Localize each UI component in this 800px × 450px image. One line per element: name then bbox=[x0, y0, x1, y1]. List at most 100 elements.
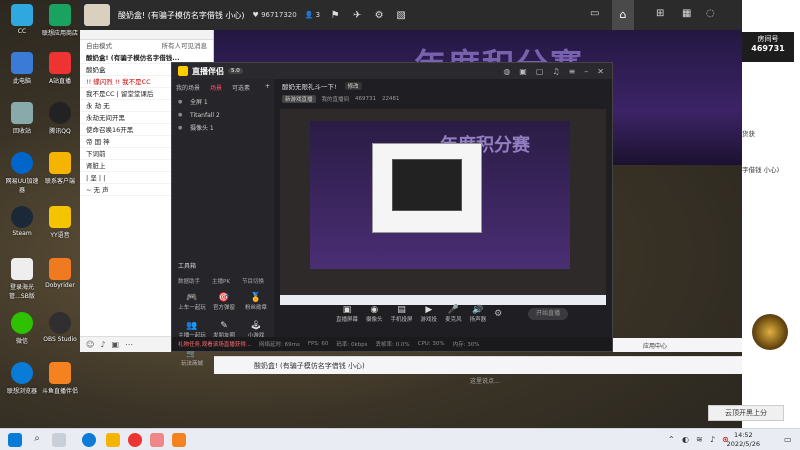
search-icon[interactable]: ⌕ bbox=[30, 433, 44, 447]
tool-tab[interactable]: 主播PK bbox=[212, 277, 230, 285]
browser-icon bbox=[11, 362, 33, 384]
status-bitrate: 码率: 0kbps bbox=[336, 342, 368, 348]
desktop-icon-recycle-bin[interactable]: 回收站 bbox=[4, 102, 40, 135]
chat-visibility-label[interactable]: 所有人可见消息 bbox=[162, 40, 208, 52]
gift-icon[interactable]: ▣ bbox=[519, 67, 527, 76]
close-icon[interactable]: ✕ bbox=[597, 67, 604, 76]
side-text: 字借钱 小心) bbox=[742, 166, 780, 174]
douyu-system-bar: 应用中心 bbox=[613, 338, 742, 352]
tab-my-scenes[interactable]: 我的场景 bbox=[176, 83, 200, 92]
speaker-button[interactable]: 🔊 扬声器 bbox=[470, 305, 487, 323]
streamer-avatar[interactable] bbox=[84, 4, 110, 26]
chat-input[interactable]: 这里说点... bbox=[470, 376, 560, 388]
home-button[interactable]: ⌂ bbox=[612, 0, 634, 30]
tray-wifi-icon[interactable]: ≋ bbox=[696, 435, 703, 444]
desktop-icon-this-pc[interactable]: 此电脑 bbox=[4, 52, 40, 85]
desktop-icon-app-store[interactable]: 联想应用商店 bbox=[42, 4, 78, 37]
start-menu-icon[interactable] bbox=[8, 433, 22, 447]
system-msg[interactable]: 应用中心 bbox=[643, 341, 667, 350]
mic-icon[interactable]: ♪ bbox=[100, 340, 105, 349]
minimize-icon[interactable]: – bbox=[584, 67, 588, 76]
game-taskbar-icon[interactable] bbox=[150, 433, 164, 447]
room-number-card: 房间号 469731 bbox=[742, 32, 794, 62]
desktop-icon-a-live[interactable]: A站直播 bbox=[42, 52, 78, 85]
microphone-button[interactable]: 🎤 麦克风 bbox=[445, 305, 462, 323]
cloud-rank-button[interactable]: 云顶开黑上分 bbox=[708, 405, 784, 421]
uu-accelerator-icon bbox=[11, 152, 33, 174]
game-cast-button[interactable]: ▶ 游戏投 bbox=[421, 305, 438, 323]
assistant-version: 5.0 bbox=[228, 68, 243, 74]
desktop-icon-wechat[interactable]: 微信 bbox=[4, 312, 40, 345]
phone-cast-button[interactable]: ▤ 手机投屏 bbox=[391, 305, 413, 323]
status-fps: FPS: 60 bbox=[307, 341, 329, 347]
desktop-icon-login[interactable]: 登录海光管...SB版 bbox=[4, 258, 40, 300]
desktop-icon-obs[interactable]: OBS Studio bbox=[42, 312, 78, 343]
desktop-icon-steam[interactable]: Steam bbox=[4, 206, 40, 237]
menu-icon[interactable]: ≡ bbox=[569, 67, 576, 76]
more-icon[interactable]: ⋯ bbox=[125, 340, 133, 349]
scene-item[interactable]: Titanfall 2 bbox=[172, 109, 274, 122]
fans-count: ♥ 96717320 bbox=[252, 11, 297, 19]
bell-icon[interactable]: ♫ bbox=[552, 67, 559, 76]
tool-item[interactable]: 🛒 玩法商城 bbox=[176, 349, 208, 367]
tool-item[interactable]: 🎮 上车一起玩 bbox=[176, 293, 208, 311]
screen-icon[interactable]: ▭ bbox=[590, 8, 599, 19]
netease-icon[interactable] bbox=[128, 433, 142, 447]
notification-icon[interactable]: ▭ bbox=[784, 435, 792, 444]
cc-app-icon bbox=[11, 4, 33, 26]
status-task[interactable]: 礼物任务,观看该场直播获得... bbox=[178, 340, 251, 348]
chat-mode-label[interactable]: 自由模式 bbox=[86, 40, 112, 52]
desktop-icon-browser[interactable]: 联想浏览器 bbox=[4, 362, 40, 395]
tab-scenes[interactable]: 场景 bbox=[210, 83, 222, 92]
tray-volume-icon[interactable]: ♪ bbox=[710, 435, 715, 444]
desktop-icon-cc[interactable]: CC bbox=[4, 4, 40, 35]
tool-item[interactable]: 🎯 官方弹窗 bbox=[208, 293, 240, 311]
avatar-icon[interactable]: ◍ bbox=[503, 67, 510, 76]
add-scene-icon[interactable]: + bbox=[265, 83, 270, 92]
clock-time: 14:52 bbox=[733, 431, 753, 439]
tab-sources[interactable]: 可选素 bbox=[232, 83, 250, 92]
grid-icon[interactable]: ▦ bbox=[682, 8, 691, 19]
camera-button[interactable]: ◉ 摄像头 bbox=[366, 305, 383, 323]
emoji-icon[interactable]: ☺ bbox=[86, 340, 94, 349]
category-badge[interactable]: 新游戏直播 bbox=[282, 95, 316, 103]
stream-preview[interactable]: 年度积分赛 bbox=[280, 109, 606, 305]
my-room-link[interactable]: 我的直播间 bbox=[322, 95, 350, 103]
chat-bubble-icon[interactable]: ◌ bbox=[706, 8, 715, 19]
lock-icon[interactable]: ▢ bbox=[536, 67, 544, 76]
douyu-taskbar-icon[interactable] bbox=[172, 433, 186, 447]
desktop-icon-dobyrider[interactable]: Dobyrider bbox=[42, 258, 78, 289]
tray-arrow-icon[interactable]: ⌃ bbox=[668, 435, 675, 444]
scene-item[interactable]: 摄像头 1 bbox=[172, 122, 274, 135]
rank-badge-icon[interactable] bbox=[752, 314, 788, 350]
capture-screen-button[interactable]: ▣ 直播屏幕 bbox=[336, 305, 358, 323]
start-stream-button[interactable]: 开始直播 bbox=[528, 308, 569, 320]
folder-icon[interactable] bbox=[106, 433, 120, 447]
desktop-icon-douyu-assistant[interactable]: 斗鱼直播伴侣 bbox=[42, 362, 78, 395]
taskbar-clock[interactable]: 14:52 2022/5/26 bbox=[727, 431, 760, 449]
edit-title-button[interactable]: 修改 bbox=[344, 82, 362, 90]
windows-taskbar: ⌕ ⌃ ◐ ≋ ♪ ⊛ 14:52 2022/5/26 ▭ bbox=[0, 428, 800, 450]
gamepad-icon: 🎮 bbox=[186, 293, 198, 303]
tray-network-icon[interactable]: ◐ bbox=[682, 435, 689, 444]
desktop-icon-client[interactable]: 联系客户端 bbox=[42, 152, 78, 185]
plane-icon[interactable]: ✈ bbox=[350, 8, 364, 22]
yy-voice-icon bbox=[49, 206, 71, 228]
tool-tab[interactable]: 数据助手 bbox=[178, 277, 200, 285]
scene-item[interactable]: 全屏 1 bbox=[172, 96, 274, 109]
tool-item[interactable]: 🏅 粉丝勋章 bbox=[240, 293, 272, 311]
browser-taskbar-icon[interactable] bbox=[82, 433, 96, 447]
desktop-icon-yy[interactable]: YY语音 bbox=[42, 206, 78, 239]
image-icon[interactable]: ▣ bbox=[111, 340, 119, 349]
desktop-icon-uu[interactable]: 网易UU加速器 bbox=[4, 152, 40, 194]
share-icon[interactable]: ⚑ bbox=[328, 8, 342, 22]
settings-icon[interactable]: ⚙ bbox=[372, 8, 386, 22]
phone-icon: ▤ bbox=[397, 305, 406, 315]
settings-icon[interactable]: ⚙ bbox=[494, 309, 502, 319]
tag-icon[interactable]: ▧ bbox=[394, 8, 408, 22]
gamepad-icon[interactable]: ⊞ bbox=[656, 8, 664, 19]
tool-tab[interactable]: 节目切换 bbox=[242, 277, 264, 285]
room-bottom-bar: 酸奶盒! (有骗子模仿名字借钱 小心) bbox=[214, 356, 742, 374]
desktop-icon-qq[interactable]: 腾讯QQ bbox=[42, 102, 78, 135]
task-view-icon[interactable] bbox=[52, 433, 66, 447]
